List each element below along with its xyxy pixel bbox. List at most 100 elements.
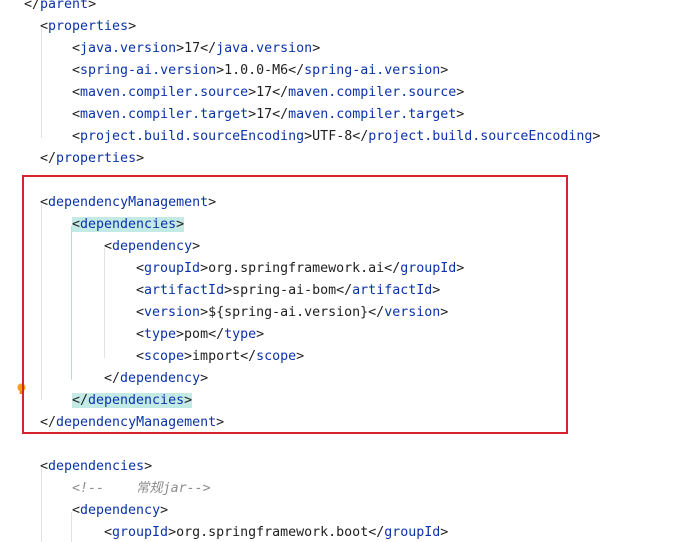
xml-text: < (72, 63, 81, 78)
xml-tag-name: maven.compiler.target (80, 107, 249, 122)
xml-tag-name: dependencies (80, 217, 177, 232)
xml-text: < (72, 107, 81, 122)
indent-guide (41, 28, 42, 138)
xml-text: > (176, 217, 185, 232)
xml-tag-name: dependencyManagement (56, 415, 217, 430)
xml-text: < (72, 503, 81, 518)
xml-tag-name: groupId (384, 525, 441, 540)
code-line[interactable]: <dependencies> (72, 214, 185, 236)
xml-text: >pom</ (176, 327, 225, 342)
code-line[interactable]: <dependency> (72, 500, 168, 522)
xml-tag-name: maven.compiler.target (288, 107, 457, 122)
xml-text: >import</ (184, 349, 257, 364)
xml-text: > (208, 195, 217, 210)
xml-tag-name: parent (40, 0, 89, 12)
xml-text: < (72, 129, 81, 144)
xml-text: >${spring-ai.version}</ (200, 305, 385, 320)
xml-text: >org.springframework.boot</ (168, 525, 385, 540)
xml-tag-name: groupId (400, 261, 457, 276)
code-line[interactable]: <maven.compiler.source>17</maven.compile… (72, 82, 464, 104)
bulb-icon[interactable] (17, 383, 26, 395)
code-line[interactable]: </parent> (24, 0, 96, 16)
xml-tag-name: java.version (216, 41, 313, 56)
xml-tag-name: dependency (112, 239, 193, 254)
xml-tag-name: groupId (144, 261, 201, 276)
code-line[interactable]: </properties> (40, 148, 144, 170)
xml-text: > (456, 261, 465, 276)
xml-tag-name: artifactId (144, 283, 225, 298)
code-line[interactable]: </dependency> (104, 368, 208, 390)
code-line[interactable]: <maven.compiler.target>17</maven.compile… (72, 104, 464, 126)
xml-text: > (440, 525, 449, 540)
xml-tag-name: java.version (80, 41, 177, 56)
xml-tag-name: dependencies (48, 459, 145, 474)
xml-text: < (72, 217, 81, 232)
xml-tag-name: project.build.sourceEncoding (80, 129, 305, 144)
xml-text: > (144, 459, 153, 474)
indent-guide (104, 248, 105, 358)
code-line[interactable]: <groupId>org.springframework.boot</group… (104, 522, 448, 542)
xml-text: >spring-ai-bom</ (224, 283, 353, 298)
code-line[interactable]: <dependency> (104, 236, 200, 258)
xml-text: > (200, 371, 209, 386)
code-line[interactable]: </dependencies> (72, 390, 193, 412)
xml-text: < (136, 349, 145, 364)
code-line[interactable]: <type>pom</type> (136, 324, 264, 346)
xml-tag-name: spring-ai.version (304, 63, 441, 78)
xml-tag-name: maven.compiler.source (80, 85, 249, 100)
xml-tag-name: version (384, 305, 441, 320)
xml-text: > (160, 503, 169, 518)
xml-text: > (296, 349, 305, 364)
xml-text: > (592, 129, 601, 144)
xml-tag-name: project.build.sourceEncoding (368, 129, 593, 144)
xml-text: < (72, 85, 81, 100)
xml-text: < (104, 239, 113, 254)
xml-text: </ (40, 151, 57, 166)
xml-text: > (432, 283, 441, 298)
xml-text: < (40, 459, 49, 474)
xml-text: > (456, 85, 465, 100)
xml-text: < (136, 327, 145, 342)
code-line[interactable]: <artifactId>spring-ai-bom</artifactId> (136, 280, 440, 302)
code-line[interactable]: <version>${spring-ai.version}</version> (136, 302, 448, 324)
xml-text: < (40, 19, 49, 34)
code-line[interactable]: <!-- 常规jar--> (72, 478, 211, 500)
xml-text: > (440, 63, 449, 78)
indent-guide (41, 204, 42, 400)
xml-tag-name: dependencies (88, 393, 185, 408)
xml-tag-name: properties (56, 151, 137, 166)
xml-text: </ (24, 0, 41, 12)
xml-text: > (184, 393, 193, 408)
xml-text: < (40, 195, 49, 210)
xml-text: > (456, 107, 465, 122)
code-editor[interactable]: </parent> <properties> <java.version>17</j… (0, 0, 682, 542)
xml-text: < (72, 41, 81, 56)
code-line[interactable]: </dependencyManagement> (40, 412, 224, 434)
code-line[interactable]: <dependencyManagement> (40, 192, 216, 214)
xml-text: > (128, 19, 137, 34)
code-line[interactable]: <java.version>17</java.version> (72, 38, 320, 60)
code-line[interactable]: <dependencies> (40, 456, 152, 478)
xml-text: >org.springframework.ai</ (200, 261, 401, 276)
xml-tag-name: scope (144, 349, 185, 364)
xml-tag-name: artifactId (352, 283, 433, 298)
xml-text: >17</ (248, 107, 289, 122)
xml-tag-name: dependency (120, 371, 201, 386)
xml-text: >17</ (248, 85, 289, 100)
code-line[interactable]: <scope>import</scope> (136, 346, 304, 368)
xml-tag-name: maven.compiler.source (288, 85, 457, 100)
code-line[interactable]: <project.build.sourceEncoding>UTF-8</pro… (72, 126, 600, 148)
xml-text: </ (72, 393, 89, 408)
code-line[interactable]: <groupId>org.springframework.ai</groupId… (136, 258, 464, 280)
xml-text: >17</ (176, 41, 217, 56)
code-line[interactable]: <spring-ai.version>1.0.0-M6</spring-ai.v… (72, 60, 448, 82)
xml-text: > (440, 305, 449, 320)
xml-text: </ (104, 371, 121, 386)
xml-tag-name: scope (256, 349, 297, 364)
xml-tag-name: properties (48, 19, 129, 34)
indent-guide (41, 468, 42, 542)
xml-text: < (136, 305, 145, 320)
code-line[interactable]: <properties> (40, 16, 136, 38)
xml-text: >UTF-8</ (304, 129, 369, 144)
xml-text: > (216, 415, 225, 430)
